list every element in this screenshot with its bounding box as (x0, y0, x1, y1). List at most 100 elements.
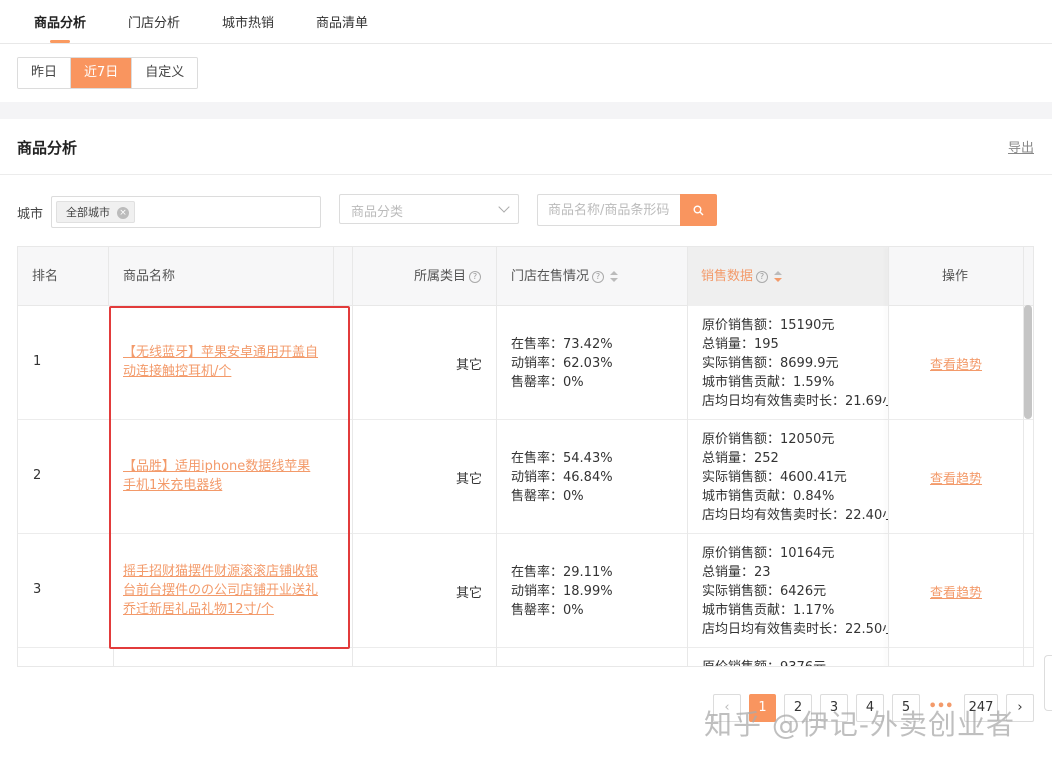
active-tab-indicator (50, 40, 70, 43)
action-cell: 查看趋势 (930, 354, 982, 373)
watermark: 知乎 @伊记-外卖创业者 (704, 708, 1016, 741)
column-divider (113, 648, 114, 666)
search-input[interactable] (537, 194, 680, 226)
city-label: 城市 (17, 207, 44, 222)
avg-selling-time: 店均日均有效售卖时长：21.69小时 (702, 394, 888, 409)
sort-icon[interactable] (774, 270, 783, 283)
original-sales: 原价销售额：12050元 (702, 432, 835, 447)
original-sales: 原价销售额：15190元 (702, 318, 835, 333)
table-row: 1 【无线蓝牙】苹果安卓通用开盖自动连接触控耳机/个 其它 在售率：73.42%… (18, 306, 1033, 420)
search-icon (693, 205, 704, 216)
table-header: 排名 商品名称 所属类目? 门店在售情况? 销售数据? 操作 (18, 247, 1033, 306)
sales-cell: 原价销售额：12050元 总销量：252 实际销售额：4600.41元 城市销售… (702, 430, 888, 525)
original-sales: 原价销售额：9376元 (702, 658, 888, 666)
rank-cell: 1 (33, 354, 42, 369)
product-name-cell: 【无线蓝牙】苹果安卓通用开盖自动连接触控耳机/个 (123, 343, 318, 381)
date-last7-button[interactable]: 近7日 (71, 58, 133, 88)
tab-city-hot[interactable]: 城市热销 (222, 12, 274, 31)
city-chip: 全部城市 × (56, 201, 135, 223)
actual-sales: 实际销售额：4600.41元 (702, 470, 847, 485)
sell-through-rate: 动销率：18.99% (511, 584, 613, 599)
header-name: 商品名称 (123, 269, 176, 284)
actual-sales: 实际销售额：6426元 (702, 584, 827, 599)
view-trend-link[interactable]: 查看趋势 (930, 358, 982, 373)
category-cell: 其它 (456, 586, 483, 601)
city-select[interactable]: 全部城市 × (51, 196, 321, 228)
on-sale-rate: 在售率：54.43% (511, 451, 613, 466)
date-range-selector: 昨日 近7日 自定义 (17, 57, 199, 89)
table-scrollbar[interactable] (1024, 305, 1032, 419)
product-table: 排名 商品名称 所属类目? 门店在售情况? 销售数据? 操作 1 【无线蓝牙】苹… (17, 246, 1034, 667)
action-cell: 查看趋势 (930, 468, 982, 487)
sold-out-rate: 售罄率：0% (511, 489, 584, 504)
help-icon[interactable]: ? (592, 270, 605, 283)
city-chip-label: 全部城市 (66, 206, 110, 219)
rank-cell: 3 (33, 582, 42, 597)
export-link[interactable]: 导出 (1008, 137, 1034, 156)
tab-product-list[interactable]: 商品清单 (316, 12, 368, 31)
product-name-link[interactable]: 【无线蓝牙】苹果安卓通用开盖自动连接触控耳机/个 (123, 343, 318, 381)
header-rank: 排名 (32, 269, 59, 284)
date-custom-button[interactable]: 自定义 (132, 58, 198, 88)
category-cell: 其它 (456, 472, 483, 487)
sold-out-rate: 售罄率：0% (511, 375, 584, 390)
actual-sales: 实际销售额：8699.9元 (702, 356, 839, 371)
header-category: 所属类目? (414, 247, 482, 306)
table-row: 3 摇手招财猫摆件财源滚滚店铺收银台前台摆件のの公司店铺开业送礼乔迁新居礼品礼物… (18, 534, 1033, 648)
avg-selling-time: 店均日均有效售卖时长：22.40小时 (702, 508, 888, 523)
total-volume: 总销量：23 (702, 565, 771, 580)
header-store-status-label: 门店在售情况 (511, 269, 590, 284)
category-cell: 其它 (456, 358, 483, 373)
view-trend-link[interactable]: 查看趋势 (930, 472, 982, 487)
chip-close-icon[interactable]: × (117, 207, 129, 219)
product-name-cell: 摇手招财猫摆件财源滚滚店铺收银台前台摆件のの公司店铺开业送礼乔迁新居礼品礼物12… (123, 562, 318, 619)
product-name-cell: 【品胜】适用iphone数据线苹果手机1米充电器线 (123, 457, 318, 495)
sales-cell: 原价销售额：9376元 (702, 658, 888, 666)
store-status-cell: 在售率：54.43% 动销率：46.84% 售罄率：0% (511, 449, 613, 506)
total-volume: 总销量：195 (702, 337, 779, 352)
rank-cell: 2 (33, 468, 42, 483)
city-contribution: 城市销售贡献：0.84% (702, 489, 835, 504)
sort-icon[interactable] (610, 270, 619, 283)
tab-product-analysis[interactable]: 商品分析 (34, 12, 86, 31)
sales-cell: 原价销售额：10164元 总销量：23 实际销售额：6426元 城市销售贡献：1… (702, 544, 888, 639)
header-sales[interactable]: 销售数据? (687, 247, 888, 306)
avg-selling-time: 店均日均有效售卖时长：22.50小时 (702, 622, 888, 637)
product-name-link[interactable]: 【品胜】适用iphone数据线苹果手机1米充电器线 (123, 457, 318, 495)
main-tabs: 商品分析 门店分析 城市热销 商品清单 (0, 0, 1052, 44)
view-trend-link[interactable]: 查看趋势 (930, 586, 982, 601)
date-yesterday-button[interactable]: 昨日 (18, 58, 72, 88)
column-divider (108, 247, 109, 306)
chevron-down-icon (498, 201, 510, 213)
sell-through-rate: 动销率：62.03% (511, 356, 613, 371)
header-sales-label: 销售数据 (701, 269, 754, 284)
store-status-cell: 在售率：73.42% 动销率：62.03% 售罄率：0% (511, 335, 613, 392)
column-divider (352, 247, 353, 666)
header-action: 操作 (942, 269, 969, 284)
original-sales: 原价销售额：10164元 (702, 546, 835, 561)
category-select[interactable]: 商品分类 (339, 194, 519, 224)
on-sale-rate: 在售率：73.42% (511, 337, 613, 352)
header-category-label: 所属类目 (414, 269, 467, 284)
store-status-cell: 在售率：29.11% 动销率：18.99% 售罄率：0% (511, 563, 613, 620)
sales-cell: 原价销售额：15190元 总销量：195 实际销售额：8699.9元 城市销售贡… (702, 316, 888, 411)
column-divider (687, 247, 688, 666)
search-button[interactable] (680, 194, 717, 226)
help-icon[interactable]: ? (469, 270, 482, 283)
header-store-status[interactable]: 门店在售情况? (511, 247, 619, 306)
sold-out-rate: 售罄率：0% (511, 603, 584, 618)
top-bar: 商品分析 门店分析 城市热销 商品清单 昨日 近7日 自定义 (0, 0, 1052, 102)
tab-store-analysis[interactable]: 门店分析 (128, 12, 180, 31)
total-volume: 总销量：252 (702, 451, 779, 466)
table-row: 原价销售额：9376元 (18, 648, 1033, 666)
category-placeholder: 商品分类 (351, 205, 404, 220)
column-divider (496, 247, 497, 666)
side-handle[interactable] (1044, 655, 1052, 711)
analysis-panel: 商品分析 导出 城市 全部城市 × 商品分类 排名 商品名称 所属类目? 门店在… (0, 119, 1052, 769)
help-icon[interactable]: ? (756, 270, 769, 283)
action-cell: 查看趋势 (930, 582, 982, 601)
city-contribution: 城市销售贡献：1.59% (702, 375, 835, 390)
panel-title: 商品分析 (17, 139, 78, 157)
on-sale-rate: 在售率：29.11% (511, 565, 613, 580)
product-name-link[interactable]: 摇手招财猫摆件财源滚滚店铺收银台前台摆件のの公司店铺开业送礼乔迁新居礼品礼物12… (123, 562, 318, 619)
